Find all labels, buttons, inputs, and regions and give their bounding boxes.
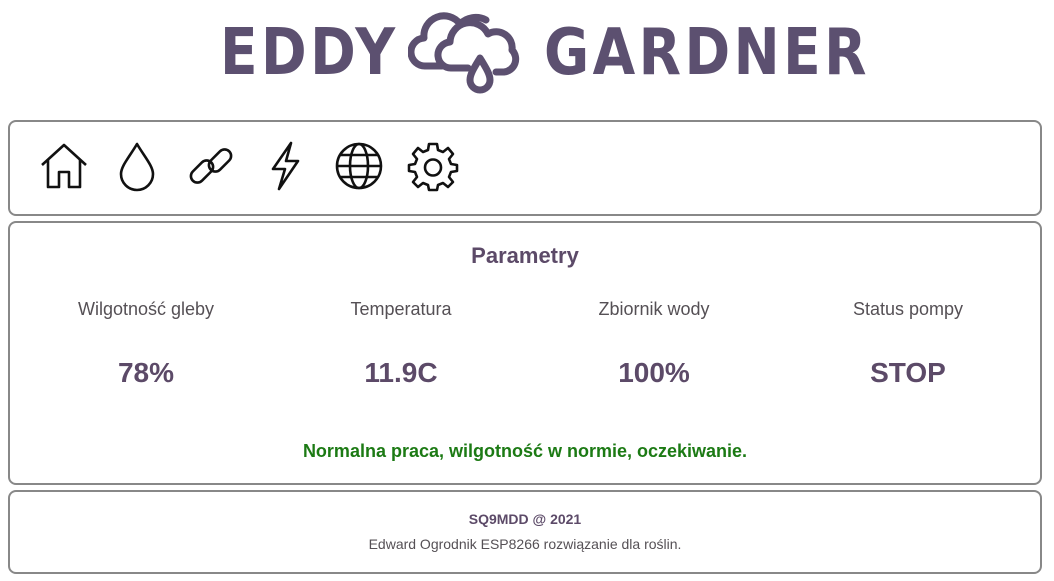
parameters-panel: Parametry Wilgotność gleby 78% Temperatu…	[8, 221, 1042, 485]
footer-title: SQ9MDD @ 2021	[468, 511, 582, 527]
param-pump-status: Status pompy STOP	[788, 295, 1028, 389]
param-temperature: Temperatura 11.9C	[281, 295, 521, 389]
status-message: Normalna praca, wilgotność w normie, ocz…	[302, 441, 748, 461]
logo-text-left: EDDY	[220, 16, 399, 90]
link-icon[interactable]	[184, 139, 238, 193]
param-label: Zbiornik wody	[598, 299, 710, 319]
parameters-title: Parametry	[471, 243, 579, 268]
param-value: 78%	[117, 357, 175, 388]
droplet-icon[interactable]	[110, 139, 164, 193]
footer: SQ9MDD @ 2021 Edward Ogrodnik ESP8266 ro…	[8, 490, 1042, 574]
cloud-droplet-icon	[407, 6, 522, 100]
param-value: STOP	[870, 357, 946, 388]
lightning-icon[interactable]	[258, 139, 312, 193]
globe-icon[interactable]	[332, 139, 386, 193]
param-water-tank: Zbiornik wody 100%	[534, 295, 774, 389]
param-soil-moisture: Wilgotność gleby 78%	[26, 295, 266, 389]
param-label: Wilgotność gleby	[77, 299, 215, 319]
nav-bar	[8, 120, 1042, 216]
home-icon[interactable]	[37, 139, 91, 193]
header: EDDY GARDNER	[0, 0, 1054, 112]
footer-subtitle: Edward Ogrodnik ESP8266 rozwiązanie dla …	[368, 536, 682, 552]
param-value: 100%	[618, 357, 690, 388]
gear-icon[interactable]	[406, 139, 460, 193]
param-label: Status pompy	[852, 299, 964, 319]
param-label: Temperatura	[350, 299, 452, 319]
param-value: 11.9C	[364, 357, 438, 388]
logo-text-right: GARDNER	[544, 16, 870, 90]
